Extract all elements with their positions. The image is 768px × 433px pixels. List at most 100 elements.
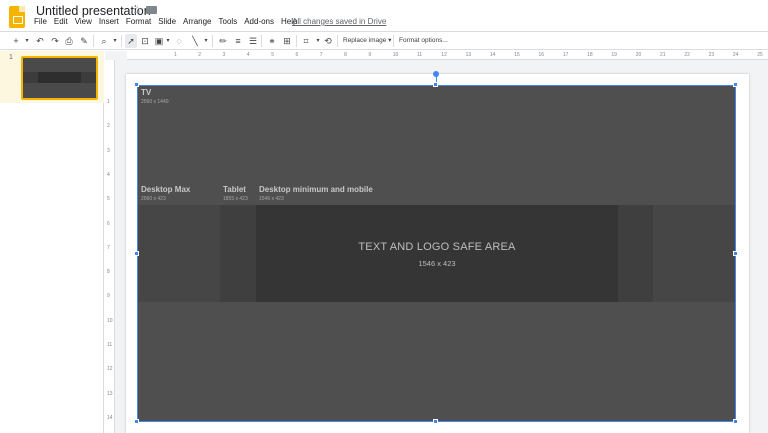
new-slide-dropdown-icon[interactable]: ▾ xyxy=(21,34,33,48)
ruler-left-number: 11 xyxy=(107,342,113,348)
ruler-left-number: 10 xyxy=(107,317,113,324)
resize-handle-bottom-left[interactable] xyxy=(134,419,139,424)
toolbar-divider xyxy=(212,35,213,47)
tv-dimensions: 2560 x 1440 xyxy=(141,99,169,105)
menu-tools[interactable]: Tools xyxy=(219,17,238,26)
ruler-top-number: 22 xyxy=(684,52,690,58)
ruler-top-number: 23 xyxy=(708,52,715,58)
slides-logo-icon[interactable] xyxy=(9,6,25,28)
ruler-top-number: 10 xyxy=(392,52,399,58)
ruler-top-number: 7 xyxy=(319,52,323,58)
ruler-top-number: 20 xyxy=(635,52,642,58)
ruler-left-number: 4 xyxy=(107,171,110,178)
menu-view[interactable]: View xyxy=(75,17,92,26)
menu-bar: File Edit View Insert Format Slide Arran… xyxy=(34,17,304,26)
toolbar-divider xyxy=(93,35,94,47)
toolbar-divider xyxy=(121,35,122,47)
ruler-left-number: 8 xyxy=(107,269,110,276)
vertical-ruler[interactable]: 1 2 3 4 5 6 7 8 9 10 11 12 13 14 xyxy=(105,60,115,433)
desktop-max-dimensions: 2560 x 423 xyxy=(141,196,166,202)
ruler-top-number: 12 xyxy=(441,52,447,58)
ruler-left-number: 14 xyxy=(107,414,113,421)
text-box-icon[interactable]: ⊡ xyxy=(139,34,151,48)
menu-arrange[interactable]: Arrange xyxy=(183,17,211,26)
slide-thumbnail[interactable] xyxy=(21,56,98,100)
resize-handle-bottom-right[interactable] xyxy=(733,419,738,424)
ruler-top-number: 21 xyxy=(660,52,666,58)
ruler-left-number: 5 xyxy=(107,196,110,203)
toolbar: + ▾ ↶ ↷ ⎙ ✎ ⌕ ▾ ➚ ⊡ ▣ ▾ ◌ ╲ ▾ ✏ ≡ ☰ ⚭ ⊞ … xyxy=(0,31,768,50)
comment-icon[interactable]: ⊞ xyxy=(281,34,293,48)
ruler-top-number: 5 xyxy=(271,52,274,58)
ruler-left-number: 2 xyxy=(107,123,110,130)
tablet-label: Tablet xyxy=(223,185,246,194)
ruler-top-number: 11 xyxy=(417,52,423,58)
shape-icon[interactable]: ◌ xyxy=(173,34,185,48)
ruler-top-number: 13 xyxy=(465,52,472,58)
ruler-top-number: 9 xyxy=(368,52,372,58)
save-status[interactable]: All changes saved in Drive xyxy=(292,17,386,26)
slide-thumbnail-item[interactable]: 1 xyxy=(0,51,104,103)
crop-icon[interactable]: ⌗ xyxy=(300,34,312,48)
zoom-dropdown-icon[interactable]: ▾ xyxy=(109,34,121,48)
ruler-left-number: 9 xyxy=(107,293,110,300)
desktop-min-dimensions: 1546 x 423 xyxy=(259,196,284,202)
undo-icon[interactable]: ↶ xyxy=(34,34,46,48)
ruler-top-number: 17 xyxy=(562,52,569,58)
ruler-left-number: 6 xyxy=(107,220,110,227)
channel-art-image[interactable]: TV 2560 x 1440 Desktop Max 2560 x 423 Ta… xyxy=(137,85,736,422)
horizontal-ruler[interactable]: 1 2 3 4 5 6 7 8 9 10 11 12 13 14 15 16 17 18 19 20 21 22 23 24 2… xyxy=(127,51,768,60)
ruler-top-number: 1 xyxy=(174,52,177,58)
toolbar-divider xyxy=(296,35,297,47)
border-weight-icon[interactable]: ≡ xyxy=(232,34,244,48)
resize-handle-top-left[interactable] xyxy=(134,82,139,87)
ruler-left-number: 3 xyxy=(107,147,110,154)
menu-insert[interactable]: Insert xyxy=(99,17,119,26)
ruler-left-number: 1 xyxy=(107,99,110,105)
toolbar-divider xyxy=(393,35,394,47)
resize-handle-left[interactable] xyxy=(134,251,139,256)
replace-image-button[interactable]: Replace image ▾ xyxy=(343,35,391,47)
menu-format[interactable]: Format xyxy=(126,17,151,26)
ruler-top-number: 8 xyxy=(344,52,347,58)
safe-area-title: TEXT AND LOGO SAFE AREA xyxy=(358,241,516,253)
menu-file[interactable]: File xyxy=(34,17,47,26)
border-dash-icon[interactable]: ☰ xyxy=(247,34,259,48)
rotate-handle[interactable] xyxy=(433,71,439,77)
folder-icon[interactable] xyxy=(146,6,157,14)
resize-handle-top-right[interactable] xyxy=(733,82,738,87)
desktop-min-label: Desktop minimum and mobile xyxy=(259,185,373,194)
ruler-top-number: 6 xyxy=(295,52,299,58)
slides-app: Untitled presentation ☆ File Edit View I… xyxy=(0,0,768,433)
link-icon[interactable]: ⚭ xyxy=(266,34,278,48)
ruler-top-number: 14 xyxy=(489,52,496,58)
ruler-left-number: 7 xyxy=(107,244,110,251)
star-icon[interactable]: ☆ xyxy=(132,3,143,17)
border-color-icon[interactable]: ✏ xyxy=(217,34,229,48)
ruler-top-number: 19 xyxy=(611,52,617,58)
menu-addons[interactable]: Add-ons xyxy=(244,17,274,26)
paint-format-icon[interactable]: ✎ xyxy=(78,34,90,48)
tv-label: TV xyxy=(141,88,152,97)
reset-image-icon[interactable]: ⟲ xyxy=(322,34,334,48)
format-options-button[interactable]: Format options... xyxy=(399,35,448,47)
select-pointer-icon[interactable]: ➚ xyxy=(125,34,137,48)
resize-handle-top[interactable] xyxy=(433,82,438,87)
ruler-top-number: 2 xyxy=(198,52,202,58)
resize-handle-bottom[interactable] xyxy=(433,419,438,424)
replace-image-label: Replace image xyxy=(343,37,387,44)
print-icon[interactable]: ⎙ xyxy=(63,34,75,48)
safe-area-zone xyxy=(256,205,618,302)
redo-icon[interactable]: ↷ xyxy=(49,34,61,48)
toolbar-divider xyxy=(337,35,338,47)
ruler-top-number: 16 xyxy=(538,52,545,58)
tablet-dimensions: 1855 x 423 xyxy=(223,196,248,202)
line-dropdown-icon[interactable]: ▾ xyxy=(200,34,212,48)
ruler-top-number: 3 xyxy=(222,52,226,58)
toolbar-divider xyxy=(261,35,262,47)
resize-handle-right[interactable] xyxy=(733,251,738,256)
menu-edit[interactable]: Edit xyxy=(54,17,68,26)
ruler-left-number: 12 xyxy=(107,366,113,373)
menu-slide[interactable]: Slide xyxy=(158,17,176,26)
slide-number: 1 xyxy=(9,54,13,61)
